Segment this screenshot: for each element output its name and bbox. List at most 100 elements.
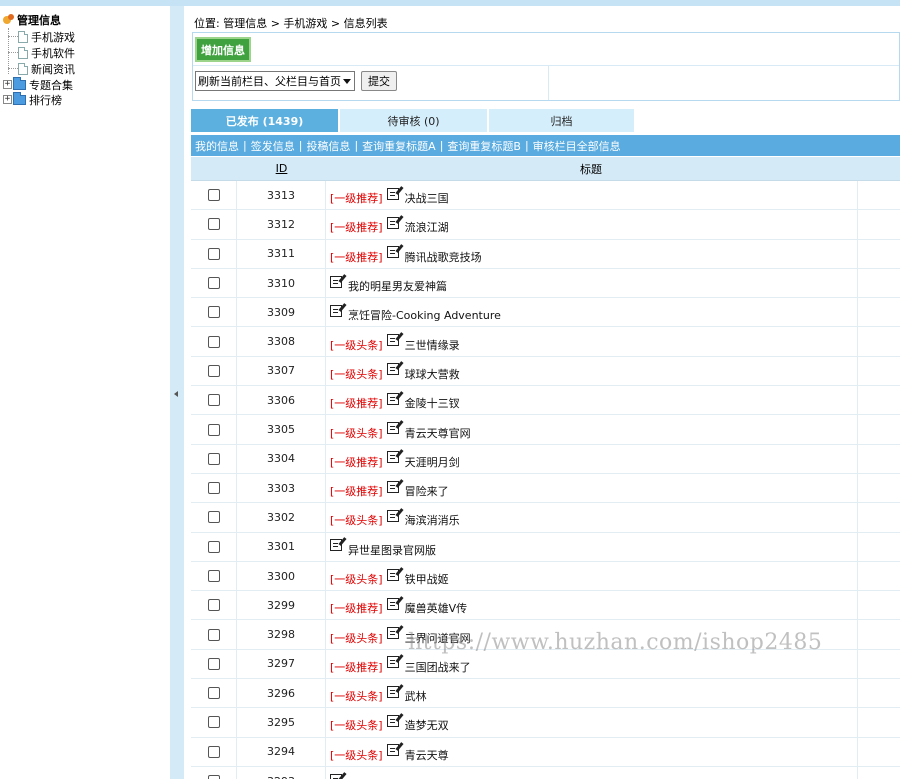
tab-archive[interactable]: 归档 xyxy=(489,109,634,132)
edit-icon[interactable] xyxy=(386,744,399,757)
edit-icon[interactable] xyxy=(386,597,399,610)
row-check-cell xyxy=(191,415,237,444)
document-icon xyxy=(18,30,28,43)
row-title-link[interactable]: 青云天尊官网 xyxy=(405,425,471,441)
row-checkbox[interactable] xyxy=(207,189,220,202)
row-title-link[interactable]: 三世情缘录 xyxy=(405,337,460,353)
table-row: 3309 烹饪冒险-Cooking Adventure xyxy=(191,298,900,328)
tab-pending[interactable]: 待审核 (0) xyxy=(340,109,487,132)
tree-item-topics[interactable]: + 专题合集 xyxy=(0,76,73,92)
row-checkbox[interactable] xyxy=(207,570,220,582)
row-title-link[interactable]: 海滨消消乐 xyxy=(405,512,460,528)
row-checkbox[interactable] xyxy=(207,628,220,641)
row-title-cell: [一级推荐] 三国团战来了 xyxy=(326,649,858,679)
row-title-link[interactable]: 球球大营救 xyxy=(405,366,460,382)
link-duplicate-title-b[interactable]: 查询重复标题B xyxy=(447,138,521,154)
row-checkbox[interactable] xyxy=(207,247,220,260)
row-title-link[interactable]: 三界问道官网 xyxy=(405,630,471,646)
edit-icon[interactable] xyxy=(386,363,399,376)
row-checkbox[interactable] xyxy=(207,364,220,377)
edit-icon[interactable] xyxy=(386,714,399,727)
edit-icon[interactable] xyxy=(386,187,399,200)
row-title-link[interactable]: 青云天尊 xyxy=(405,747,449,763)
row-checkbox[interactable] xyxy=(207,306,220,319)
edit-icon[interactable] xyxy=(386,568,399,581)
link-signed-info[interactable]: 签发信息 xyxy=(251,138,295,154)
row-title-link[interactable]: 我的明星男友爱神篇 xyxy=(348,278,447,294)
row-title-cell: [一级头条] 三世情缘录 xyxy=(326,327,858,356)
row-checkbox[interactable] xyxy=(207,482,220,495)
row-checkbox[interactable] xyxy=(207,599,220,612)
row-check-cell xyxy=(191,532,237,561)
tab-published[interactable]: 已发布 (1439) xyxy=(191,109,338,132)
row-title-link[interactable]: 流浪江湖 xyxy=(405,219,449,235)
row-checkbox[interactable] xyxy=(207,335,220,348)
row-check-cell xyxy=(191,561,237,591)
row-title-link[interactable]: 冒险来了 xyxy=(405,483,449,499)
link-duplicate-title-a[interactable]: 查询重复标题A xyxy=(362,138,436,154)
row-title-link[interactable]: 决战三国 xyxy=(405,190,449,206)
row-checkbox[interactable] xyxy=(207,775,220,779)
row-checkbox[interactable] xyxy=(207,716,220,729)
expand-icon[interactable]: + xyxy=(3,80,12,89)
edit-icon[interactable] xyxy=(386,392,399,405)
edit-icon[interactable] xyxy=(386,422,399,435)
row-title-link[interactable]: 异世星图录官网版 xyxy=(348,542,436,558)
row-title-link[interactable]: 铁甲战姬 xyxy=(405,571,449,587)
row-check-cell xyxy=(191,679,237,708)
edit-icon[interactable] xyxy=(386,334,399,347)
edit-icon[interactable] xyxy=(386,685,399,698)
link-review-all[interactable]: 审核栏目全部信息 xyxy=(533,138,621,154)
row-title-link[interactable]: 烹饪冒险-Cooking Adventure xyxy=(348,307,501,323)
tree-item-rankings[interactable]: + 排行榜 xyxy=(0,91,62,107)
row-title-link[interactable]: 天涯明月剑 xyxy=(405,454,460,470)
sort-by-id-header[interactable]: ID xyxy=(237,162,326,175)
edit-icon[interactable] xyxy=(330,773,342,779)
row-title-link[interactable]: 造梦无双 xyxy=(405,717,449,733)
row-checkbox[interactable] xyxy=(207,540,220,553)
edit-icon[interactable] xyxy=(386,509,399,522)
row-title-link[interactable]: 腾讯战歌竞技场 xyxy=(405,249,482,265)
edit-icon[interactable] xyxy=(386,627,399,640)
row-checkbox[interactable] xyxy=(207,657,220,670)
row-checkbox[interactable] xyxy=(207,745,220,758)
row-title-link[interactable]: 武林 xyxy=(405,688,427,704)
row-checkbox[interactable] xyxy=(207,394,220,407)
add-info-button[interactable]: 增加信息 xyxy=(195,37,251,62)
row-checkbox[interactable] xyxy=(207,218,220,231)
edit-icon[interactable] xyxy=(386,480,399,493)
row-tag: [一级推荐] xyxy=(330,250,383,264)
edit-icon[interactable] xyxy=(386,246,399,259)
row-id: 3312 xyxy=(237,210,326,239)
row-checkbox[interactable] xyxy=(207,452,220,465)
tree-item-mobile-games[interactable]: 手机游戏 xyxy=(0,29,75,44)
row-title-link[interactable]: 三国团战来了 xyxy=(405,659,471,675)
row-title-link[interactable]: 魔兽英雄V传 xyxy=(405,600,468,616)
row-title-cell: [一级头条] 造梦无双 xyxy=(326,708,858,737)
row-checkbox[interactable] xyxy=(207,687,220,700)
expand-icon[interactable]: + xyxy=(3,95,12,104)
link-submitted-info[interactable]: 投稿信息 xyxy=(306,138,350,154)
edit-icon[interactable] xyxy=(386,216,399,229)
panel-splitter[interactable] xyxy=(170,6,184,779)
edit-icon[interactable] xyxy=(330,275,342,288)
row-checkbox[interactable] xyxy=(207,423,220,436)
document-icon xyxy=(18,46,28,59)
tree-root[interactable]: 管理信息 xyxy=(3,13,61,27)
edit-icon[interactable] xyxy=(386,656,399,669)
collapse-arrow-icon[interactable] xyxy=(174,391,178,397)
submit-button[interactable]: 提交 xyxy=(361,71,397,91)
tree-item-news[interactable]: 新闻资讯 xyxy=(0,61,75,76)
row-tag: [一级推荐] xyxy=(330,602,383,616)
edit-icon[interactable] xyxy=(330,304,342,317)
row-checkbox[interactable] xyxy=(207,277,220,290)
row-title-link[interactable]: 金陵十三钗 xyxy=(405,395,460,411)
link-my-info[interactable]: 我的信息 xyxy=(195,138,239,154)
refresh-scope-select[interactable]: 刷新当前栏目、父栏目与首页 xyxy=(195,71,355,91)
row-checkbox[interactable] xyxy=(207,511,220,524)
tree-item-mobile-software[interactable]: 手机软件 xyxy=(0,45,75,60)
breadcrumb: 位置: 管理信息 > 手机游戏 > 信息列表 xyxy=(194,17,388,30)
edit-icon[interactable] xyxy=(386,451,399,464)
table-row: 3298 [一级头条] 三界问道官网 xyxy=(191,620,900,650)
edit-icon[interactable] xyxy=(330,539,342,552)
